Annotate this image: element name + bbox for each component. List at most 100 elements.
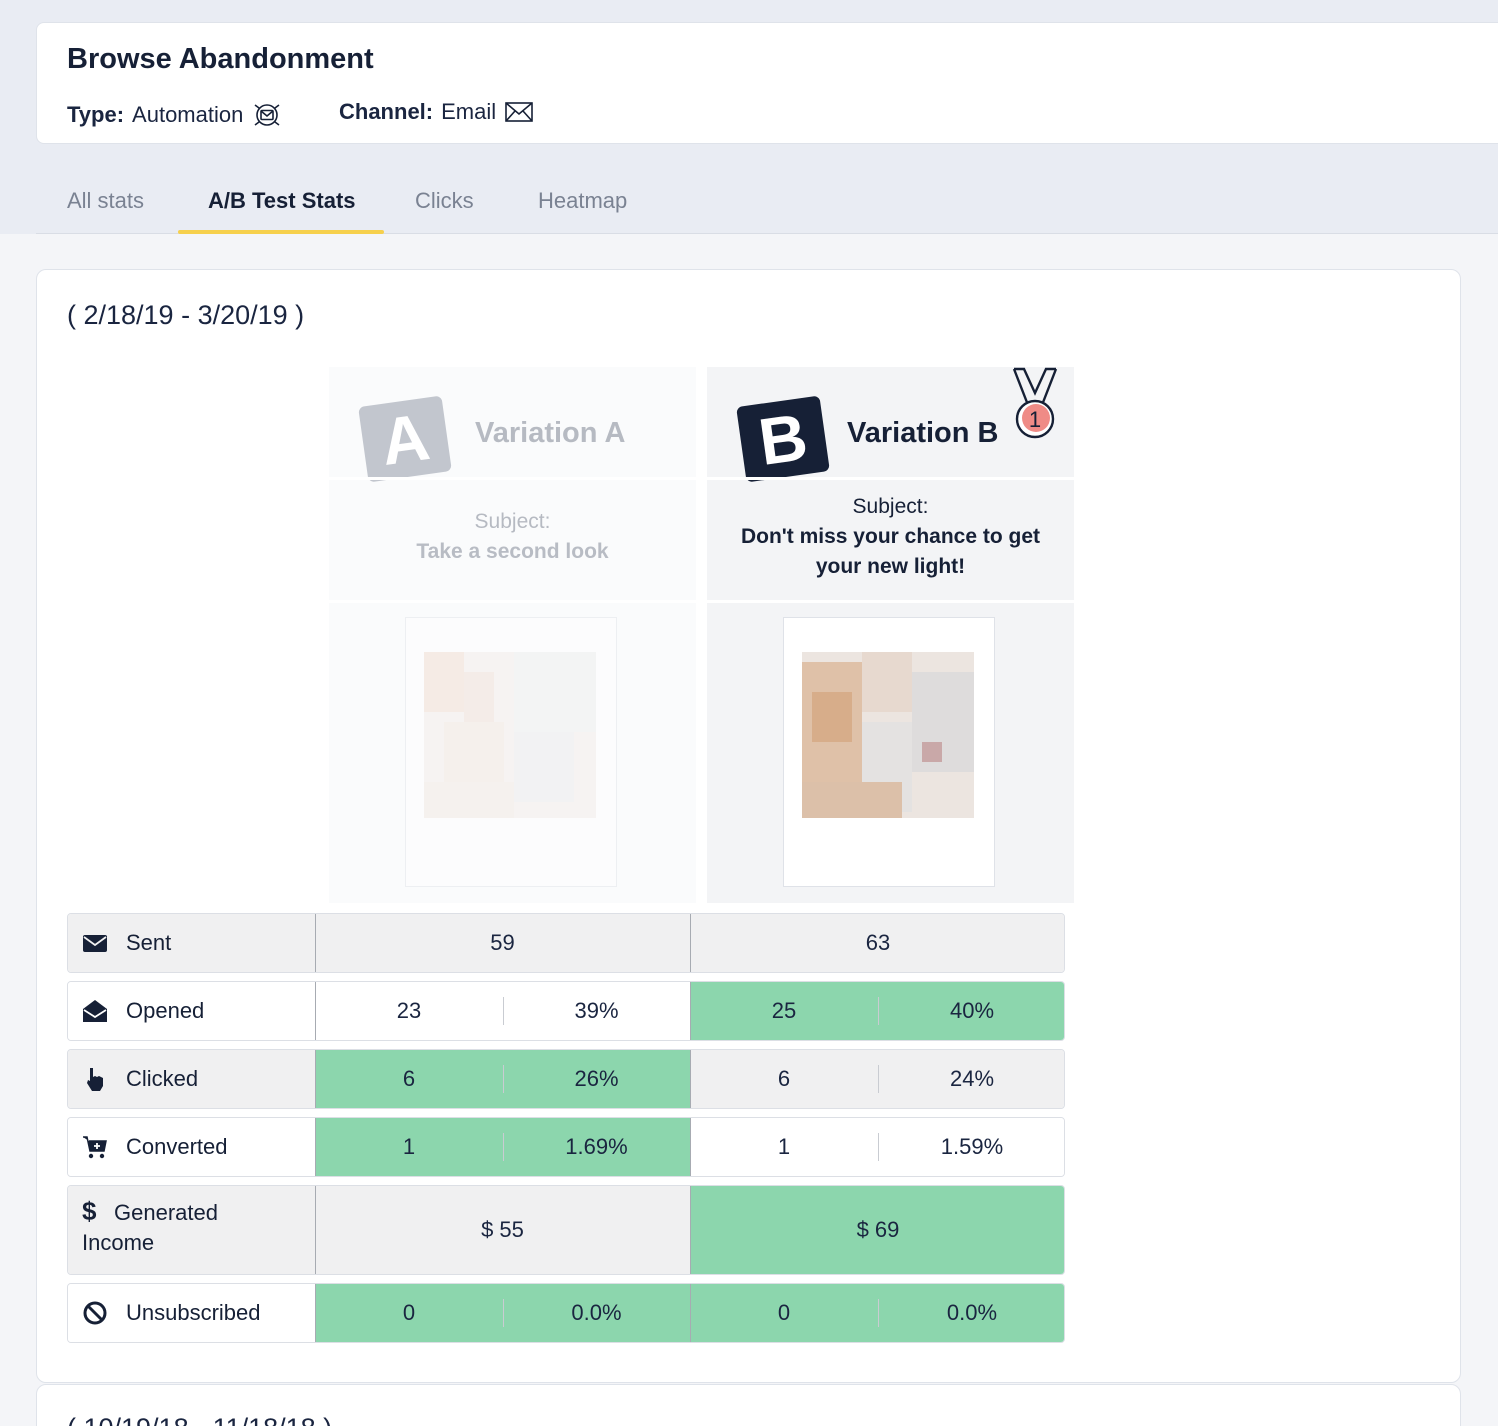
unsubscribed-a-pct: 0.0% xyxy=(503,1284,690,1342)
campaign-header: Browse Abandonment Type: Automation Chan… xyxy=(36,22,1498,144)
dollar-icon: $ xyxy=(82,1198,97,1224)
stat-row-opened: Opened 23 39% 25 40% xyxy=(67,981,1065,1041)
campaign-channel: Channel: Email xyxy=(339,99,534,125)
income-b: $ 69 xyxy=(690,1186,1064,1274)
subject-label: Subject: xyxy=(474,510,551,533)
opened-a-pct: 39% xyxy=(503,982,690,1040)
type-value: Automation xyxy=(132,102,244,127)
divider xyxy=(690,1050,691,1108)
tab-ab-test-stats[interactable]: A/B Test Stats xyxy=(208,188,356,234)
ab-test-card: ( 2/18/19 - 3/20/19 ) A Variation A Subj… xyxy=(36,269,1461,1383)
stat-row-unsubscribed: Unsubscribed 0 0.0% 0 0.0% xyxy=(67,1283,1065,1343)
row-label: $ Generated Income xyxy=(68,1186,315,1274)
divider xyxy=(690,914,691,972)
variation-a-header: A Variation A xyxy=(329,367,696,483)
divider xyxy=(707,477,1074,480)
sent-b: 63 xyxy=(690,914,1064,972)
clicked-b-count: 6 xyxy=(690,1050,878,1108)
divider xyxy=(315,1186,316,1274)
row-label: Converted xyxy=(68,1118,315,1176)
opened-b-count: 25 xyxy=(690,982,878,1040)
winner-medal-icon: 1 xyxy=(1012,367,1058,439)
divider xyxy=(690,1284,691,1342)
divider xyxy=(878,997,879,1025)
stat-row-sent: Sent 59 63 xyxy=(67,913,1065,973)
variation-b-email-preview[interactable] xyxy=(783,617,995,887)
divider xyxy=(503,1133,504,1161)
subject-line-2: your new light! xyxy=(815,555,966,578)
tab-clicks[interactable]: Clicks xyxy=(415,188,474,234)
campaign-type: Type: Automation xyxy=(67,99,283,131)
converted-b-count: 1 xyxy=(690,1118,878,1176)
clicked-b-pct: 24% xyxy=(878,1050,1064,1108)
divider xyxy=(315,1118,316,1176)
page-title: Browse Abandonment xyxy=(67,43,374,75)
opened-b-pct: 40% xyxy=(878,982,1064,1040)
cart-icon xyxy=(83,1136,107,1159)
email-preview-image xyxy=(424,652,596,818)
stat-row-converted: Converted 1 1.69% 1 1.59% xyxy=(67,1117,1065,1177)
channel-value: Email xyxy=(441,99,497,124)
row-label: Opened xyxy=(68,982,315,1040)
variation-a-badge: A xyxy=(358,395,452,483)
sent-a: 59 xyxy=(315,914,690,972)
medal-rank: 1 xyxy=(1029,407,1041,432)
tab-all-stats[interactable]: All stats xyxy=(67,188,144,234)
divider xyxy=(707,600,1074,603)
opened-a-count: 23 xyxy=(315,982,503,1040)
converted-a-pct: 1.69% xyxy=(503,1118,690,1176)
divider xyxy=(878,1299,879,1327)
envelope-open-icon xyxy=(83,1000,107,1022)
row-label: Unsubscribed xyxy=(68,1284,315,1342)
variation-a-email-preview[interactable] xyxy=(405,617,617,887)
variation-b-subject: Subject: Don't miss your chance to get y… xyxy=(707,492,1074,582)
test-date-range: ( 10/19/18 - 11/18/18 ) xyxy=(67,1413,332,1426)
channel-label: Channel: xyxy=(339,99,434,124)
stat-row-clicked: Clicked 6 26% 6 24% xyxy=(67,1049,1065,1109)
divider xyxy=(315,1284,316,1342)
divider xyxy=(503,1065,504,1093)
income-a: $ 55 xyxy=(315,1186,690,1274)
divider xyxy=(690,982,691,1040)
email-icon xyxy=(505,102,533,122)
type-label: Type: xyxy=(67,102,125,127)
unsubscribed-b-pct: 0.0% xyxy=(878,1284,1064,1342)
divider xyxy=(315,982,316,1040)
converted-a-count: 1 xyxy=(315,1118,503,1176)
email-preview-image xyxy=(802,652,974,818)
divider xyxy=(503,997,504,1025)
clicked-a-count: 6 xyxy=(315,1050,503,1108)
divider xyxy=(329,477,696,480)
variation-a-subject: Subject: Take a second look xyxy=(329,507,696,567)
svg-text:$: $ xyxy=(82,1198,97,1224)
subject-line-1: Don't miss your chance to get xyxy=(740,525,1041,548)
divider xyxy=(315,1050,316,1108)
divider xyxy=(315,914,316,972)
stat-row-generated-income: $ Generated Income $ 55 $ 69 xyxy=(67,1185,1065,1275)
variation-b-header: B Variation B 1 xyxy=(707,367,1074,483)
divider xyxy=(878,1065,879,1093)
variation-b-badge: B xyxy=(736,395,830,483)
clicked-a-pct: 26% xyxy=(503,1050,690,1108)
ban-icon xyxy=(83,1301,107,1325)
unsubscribed-a-count: 0 xyxy=(315,1284,503,1342)
row-label: Clicked xyxy=(68,1050,315,1108)
unsubscribed-b-count: 0 xyxy=(690,1284,878,1342)
row-label: Sent xyxy=(68,914,315,972)
divider xyxy=(329,600,696,603)
pointer-hand-icon xyxy=(87,1068,103,1091)
test-date-range: ( 2/18/19 - 3/20/19 ) xyxy=(67,300,305,330)
subject-text: Take a second look xyxy=(416,540,609,563)
divider xyxy=(878,1133,879,1161)
divider xyxy=(690,1118,691,1176)
variation-b-panel: B Variation B 1 Subject: Don't miss your… xyxy=(707,367,1074,903)
converted-b-pct: 1.59% xyxy=(878,1118,1064,1176)
envelope-icon xyxy=(83,935,107,952)
divider xyxy=(503,1299,504,1327)
stats-tabs: All stats A/B Test Stats Clicks Heatmap xyxy=(36,176,1498,234)
tab-heatmap[interactable]: Heatmap xyxy=(538,188,627,234)
automation-icon xyxy=(254,104,280,126)
variation-b-name: Variation B xyxy=(847,417,999,449)
ab-test-card-previous: ( 10/19/18 - 11/18/18 ) xyxy=(36,1384,1461,1426)
variation-a-name: Variation A xyxy=(475,417,626,449)
